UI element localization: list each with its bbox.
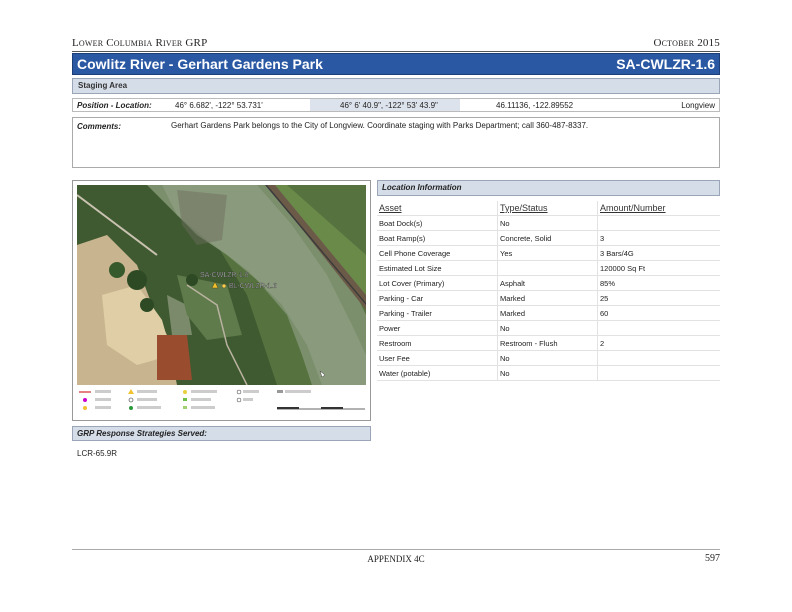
column-header-asset: Asset (377, 201, 498, 216)
table-cell: 3 Bars/4G (597, 245, 720, 261)
comments-text: Gerhart Gardens Park belongs to the City… (171, 121, 589, 130)
table-cell: Estimated Lot Size (377, 260, 498, 276)
table-cell: Asphalt (497, 275, 598, 291)
page-number: 597 (705, 553, 720, 564)
header-divider (72, 51, 720, 52)
table-cell: 2 (597, 335, 720, 351)
map-legend (79, 389, 365, 410)
table-cell: 3 (597, 230, 720, 246)
table-cell: Restroom - Flush (497, 335, 598, 351)
position-label: Position - Location: (77, 100, 152, 110)
table-cell: Restroom (377, 335, 498, 351)
location-info-heading: Location Information (377, 180, 720, 196)
table-row: Water (potable) No (377, 365, 720, 381)
position-decimal-minutes: 46° 6.682', -122° 53.731' (175, 100, 263, 110)
map-label-boat-launch: BL-CWLZR-1.6 (229, 283, 277, 290)
table-cell (497, 260, 598, 276)
table-cell: 25 (597, 290, 720, 306)
comments-box: Comments: Gerhart Gardens Park belongs t… (72, 117, 720, 168)
position-row: Position - Location: 46° 6.682', -122° 5… (72, 98, 720, 112)
table-cell: Marked (497, 305, 598, 321)
table-cell: 85% (597, 275, 720, 291)
table-cell: No (497, 350, 598, 366)
footer-appendix: APPENDIX 4C (367, 554, 425, 564)
table-cell: Parking - Trailer (377, 305, 498, 321)
table-cell (597, 320, 720, 336)
table-cell (597, 350, 720, 366)
footer-divider (72, 549, 720, 550)
aerial-map: SA-CWLZR-1.6 BL-CWLZR-1.6 (77, 185, 366, 385)
table-cell: 60 (597, 305, 720, 321)
table-cell: Boat Dock(s) (377, 215, 498, 231)
header-date: October 2015 (653, 37, 720, 49)
table-cell: Boat Ramp(s) (377, 230, 498, 246)
table-cell: Water (potable) (377, 365, 498, 381)
boat-launch-marker-icon (221, 283, 227, 289)
staging-area-heading: Staging Area (72, 78, 720, 94)
column-header-amount: Amount/Number (597, 201, 720, 216)
table-cell: No (497, 215, 598, 231)
site-name: Cowlitz River - Gerhart Gardens Park (77, 56, 323, 72)
table-row: Boat Dock(s) No (377, 215, 720, 231)
comments-label: Comments: (77, 122, 122, 131)
table-cell: Parking - Car (377, 290, 498, 306)
table-cell: Concrete, Solid (497, 230, 598, 246)
position-dms: 46° 6' 40.9", -122° 53' 43.9" (310, 99, 460, 111)
table-row: Lot Cover (Primary) Asphalt 85% (377, 275, 720, 291)
table-row: Boat Ramp(s) Concrete, Solid 3 (377, 230, 720, 246)
table-cell: No (497, 365, 598, 381)
table-cell: No (497, 320, 598, 336)
table-cell: Yes (497, 245, 598, 261)
header-left: Lower Columbia River GRP (72, 37, 208, 49)
table-cell: User Fee (377, 350, 498, 366)
table-row: Parking - Car Marked 25 (377, 290, 720, 306)
position-city: Longview (681, 100, 715, 110)
column-header-type-status: Type/Status (497, 201, 598, 216)
position-decimal-degrees: 46.11136, -122.89552 (496, 100, 574, 110)
table-row: Power No (377, 320, 720, 336)
table-cell (597, 215, 720, 231)
table-row: User Fee No (377, 350, 720, 366)
title-bar: Cowlitz River - Gerhart Gardens Park SA-… (72, 53, 720, 75)
site-map-frame: SA-CWLZR-1.6 BL-CWLZR-1.6 (72, 180, 371, 421)
location-info-table: Asset Type/Status Amount/Number Boat Doc… (377, 201, 720, 381)
table-cell (597, 365, 720, 381)
grp-strategies-heading: GRP Response Strategies Served: (72, 426, 371, 441)
table-row: Estimated Lot Size 120000 Sq Ft (377, 260, 720, 276)
table-cell: Lot Cover (Primary) (377, 275, 498, 291)
table-row: Cell Phone Coverage Yes 3 Bars/4G (377, 245, 720, 261)
grp-strategy-value: LCR-65.9R (77, 449, 118, 458)
table-cell: Power (377, 320, 498, 336)
map-label-staging: SA-CWLZR-1.6 (200, 272, 249, 279)
table-row: Restroom Restroom - Flush 2 (377, 335, 720, 351)
table-cell: Cell Phone Coverage (377, 245, 498, 261)
table-cell: 120000 Sq Ft (597, 260, 720, 276)
table-row: Parking - Trailer Marked 60 (377, 305, 720, 321)
table-header-row: Asset Type/Status Amount/Number (377, 201, 720, 216)
table-cell: Marked (497, 290, 598, 306)
site-code: SA-CWLZR-1.6 (616, 56, 715, 72)
